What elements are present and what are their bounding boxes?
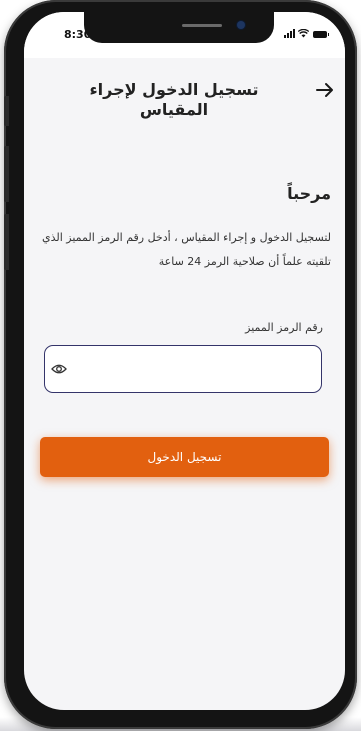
page-title: تسجيل الدخول لإجراء المقياس — [89, 80, 259, 119]
volume-up-button — [4, 146, 9, 202]
back-button[interactable] — [313, 78, 337, 102]
camera-icon — [237, 21, 245, 29]
token-input[interactable] — [79, 346, 311, 394]
login-button[interactable]: تسجيل الدخول — [40, 437, 329, 477]
status-bar: 8:30 — [24, 12, 345, 58]
signal-icon — [284, 29, 295, 38]
volume-down-button — [4, 214, 9, 270]
welcome-heading: مرحباً — [287, 184, 331, 203]
eye-icon[interactable] — [51, 362, 67, 376]
arrow-right-icon — [316, 83, 333, 97]
token-field-label: رقم الرمز المميز — [245, 321, 323, 334]
speaker-grille — [182, 24, 222, 27]
app-screen: 8:30 تسجيل الدخول لإجراء المقياس مرحباً … — [24, 12, 345, 710]
notch — [84, 12, 274, 43]
mute-switch — [4, 96, 9, 126]
battery-icon — [313, 31, 329, 38]
wifi-icon — [298, 29, 309, 38]
status-icons — [284, 29, 329, 38]
token-field — [44, 345, 322, 394]
phone-frame: 8:30 تسجيل الدخول لإجراء المقياس مرحباً … — [4, 0, 357, 729]
instructions-text: لتسجيل الدخول و إجراء المقياس ، أدخل رقم… — [41, 231, 331, 268]
header: تسجيل الدخول لإجراء المقياس — [24, 58, 345, 148]
